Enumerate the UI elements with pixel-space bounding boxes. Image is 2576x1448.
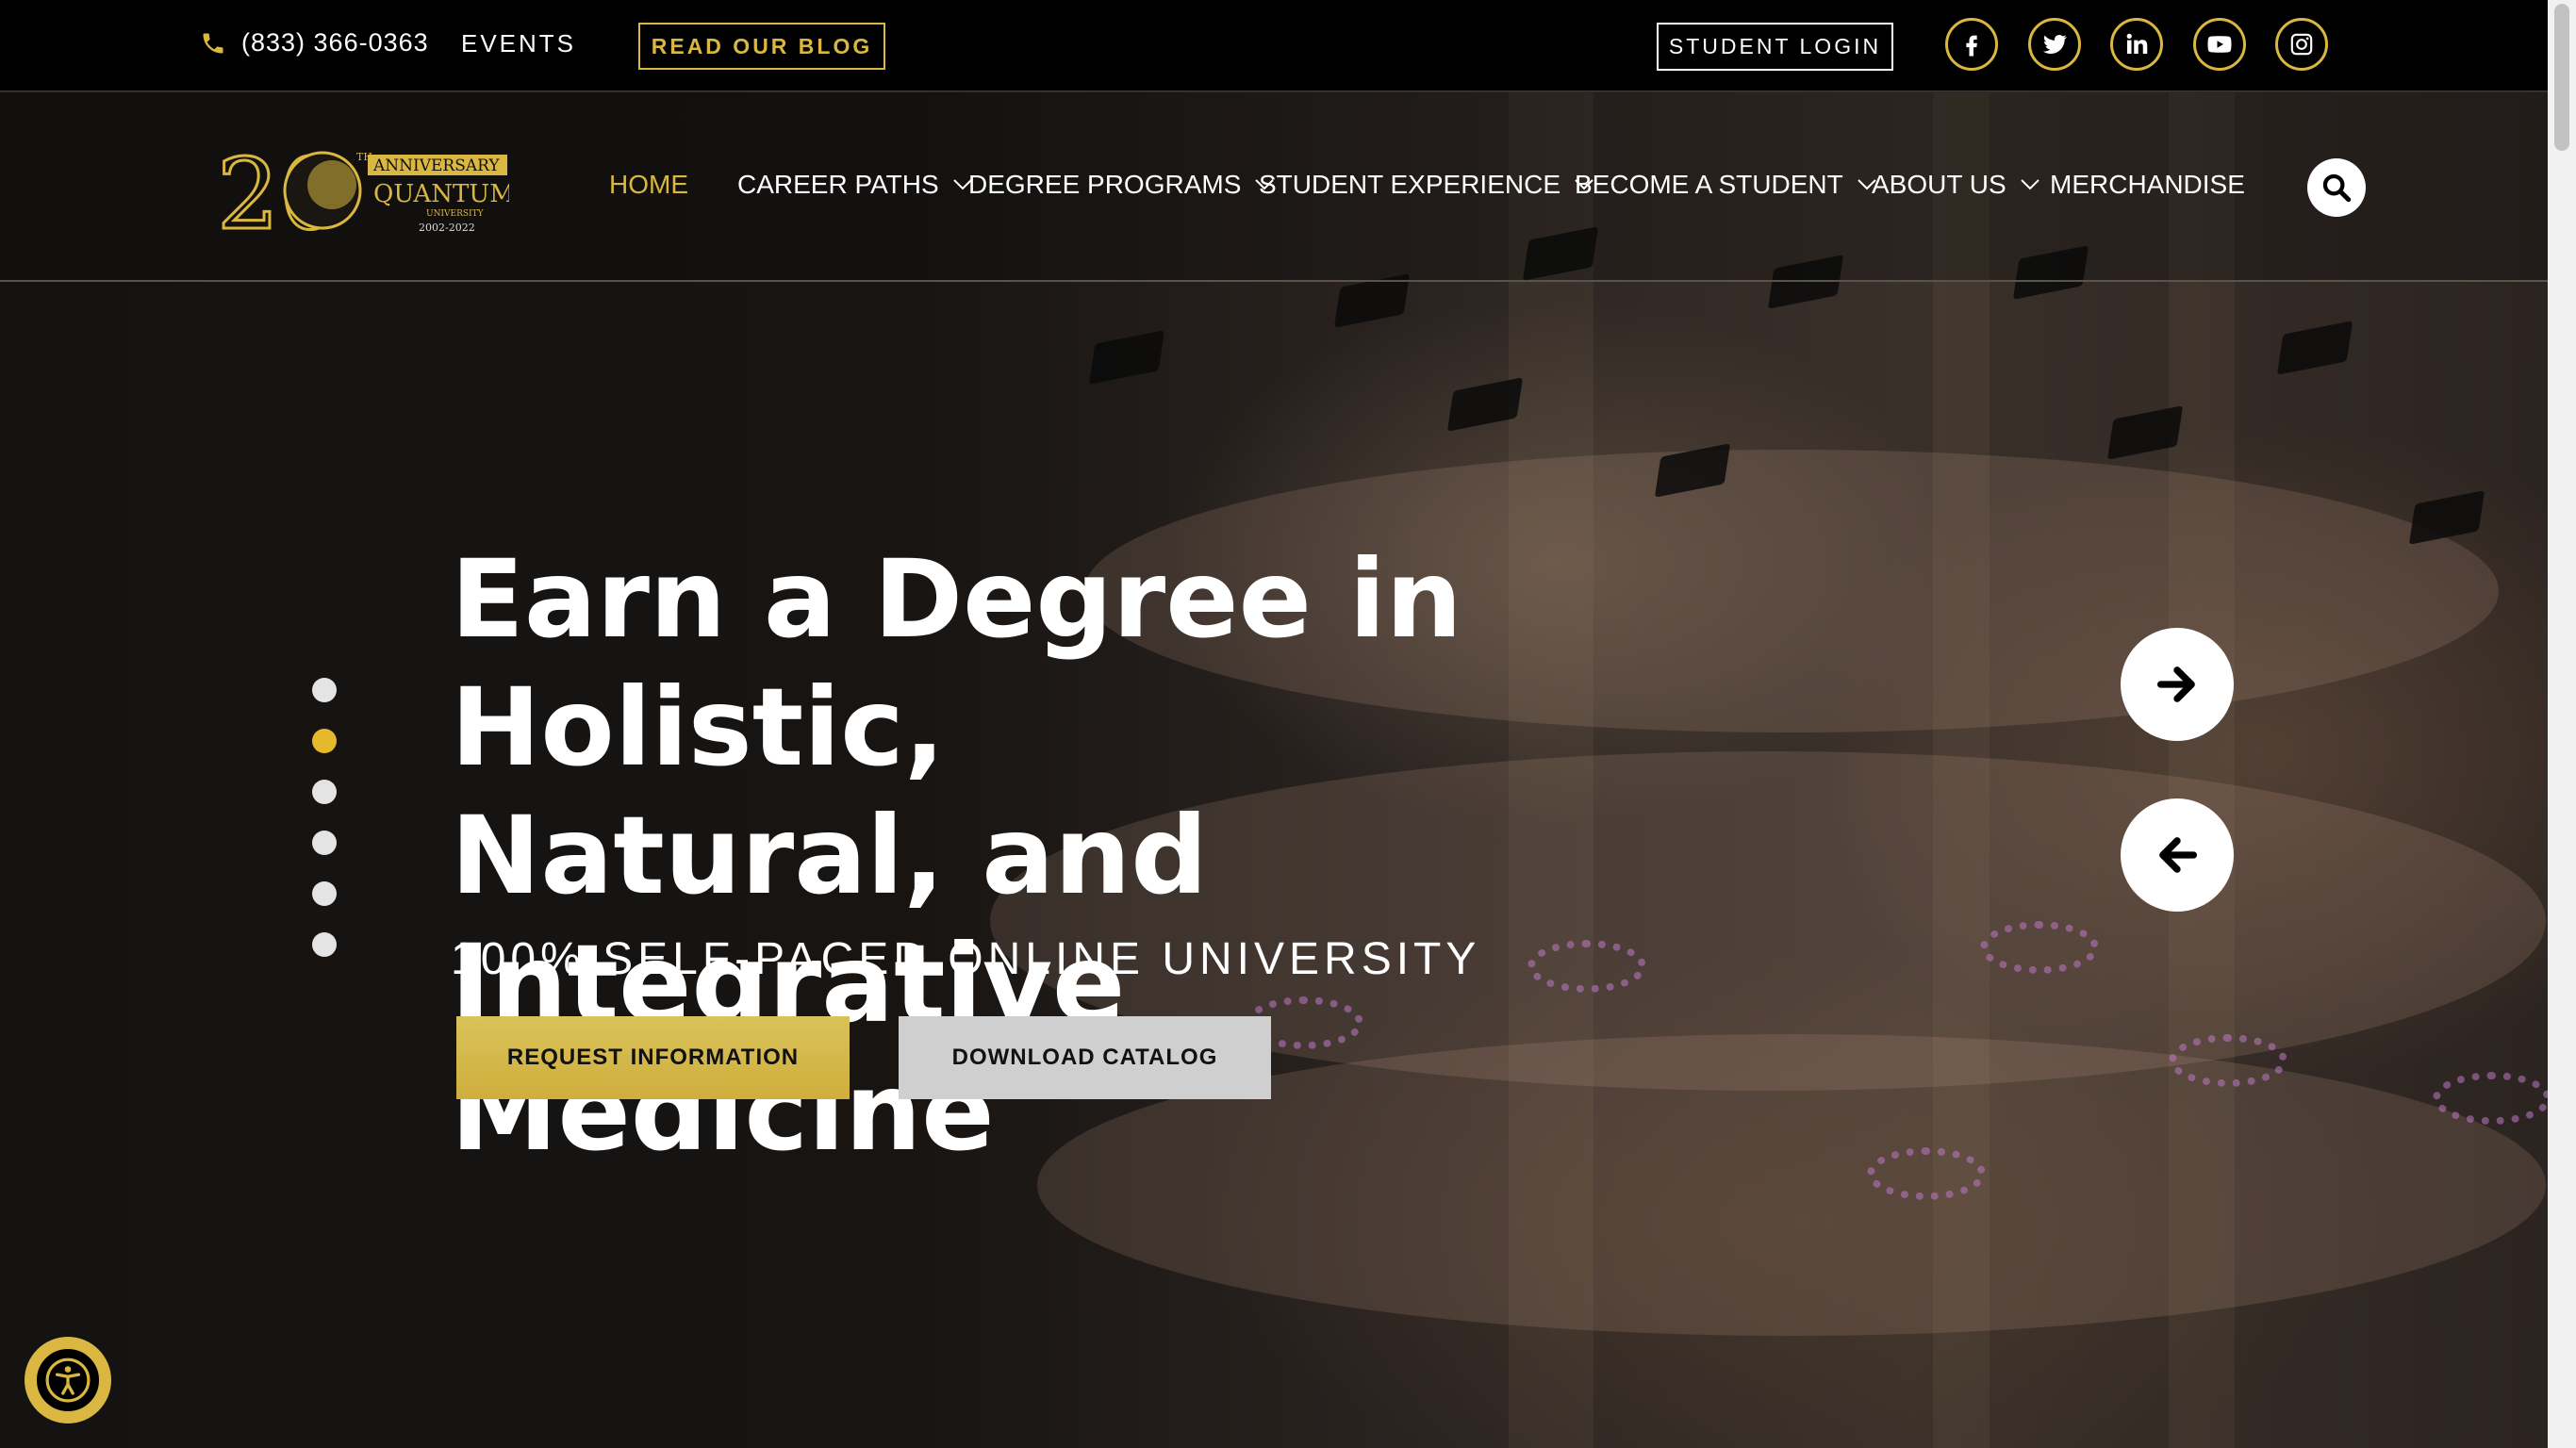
slide-dot-4[interactable] <box>312 831 337 855</box>
nav-merchandise-label: MERCHANDISE <box>2050 170 2245 199</box>
previous-slide-button[interactable] <box>2121 798 2234 912</box>
slide-dot-5[interactable] <box>312 881 337 906</box>
accessibility-icon <box>45 1358 91 1403</box>
download-catalog-button[interactable]: DOWNLOAD CATALOG <box>899 1016 1271 1099</box>
page-scrollbar[interactable] <box>2548 0 2576 1448</box>
slide-dot-1[interactable] <box>312 678 337 702</box>
phone-link[interactable]: (833) 366-0363 <box>200 28 429 58</box>
facebook-icon[interactable] <box>1945 18 1998 71</box>
nav-career-paths-label: CAREER PATHS <box>737 170 939 199</box>
search-button[interactable] <box>2307 158 2366 217</box>
arrow-right-icon <box>2156 666 2195 702</box>
quantum-university-logo[interactable]: 20 TH ANNIVERSARY QUANTUM UNIVERSITY 200… <box>217 141 509 236</box>
logo-name: QUANTUM <box>373 180 509 208</box>
phone-number: (833) 366-0363 <box>241 28 429 57</box>
slide-dot-6[interactable] <box>312 932 337 957</box>
youtube-icon[interactable] <box>2193 18 2246 71</box>
logo-sub: UNIVERSITY <box>426 209 485 219</box>
nav-become-a-student[interactable]: BECOME A STUDENT <box>1575 170 1877 200</box>
scrollbar-thumb[interactable] <box>2554 4 2569 151</box>
events-link[interactable]: EVENTS <box>461 29 576 58</box>
slide-dot-3[interactable] <box>312 780 337 804</box>
nav-degree-programs[interactable]: DEGREE PROGRAMS <box>968 170 1275 200</box>
hero-headline-line2: Natural, and Integrative <box>451 793 1208 1046</box>
nav-home[interactable]: HOME <box>609 170 688 200</box>
logo-anniversary: ANNIVERSARY <box>372 156 500 175</box>
twitter-icon[interactable] <box>2028 18 2081 71</box>
read-our-blog-button[interactable]: READ OUR BLOG <box>638 23 885 70</box>
nav-home-label: HOME <box>609 170 688 199</box>
request-information-button[interactable]: REQUEST INFORMATION <box>456 1016 850 1099</box>
hero-headline-line1: Earn a Degree in Holistic, <box>451 536 1462 790</box>
nav-about-us-label: ABOUT US <box>1872 170 2006 199</box>
student-login-button[interactable]: STUDENT LOGIN <box>1657 23 1893 71</box>
phone-icon <box>203 33 223 53</box>
logo-years: 2002-2022 <box>419 222 475 234</box>
nav-degree-programs-label: DEGREE PROGRAMS <box>968 170 1242 199</box>
nav-student-experience[interactable]: STUDENT EXPERIENCE <box>1259 170 1594 200</box>
accessibility-button[interactable] <box>25 1337 111 1423</box>
instagram-icon[interactable] <box>2275 18 2328 71</box>
hero-subheadline: 100% SELF-PACED ONLINE UNIVERSITY <box>451 934 1481 984</box>
nav-student-experience-label: STUDENT EXPERIENCE <box>1259 170 1560 199</box>
arrow-left-icon <box>2159 837 2198 873</box>
next-slide-button[interactable] <box>2121 628 2234 741</box>
nav-merchandise[interactable]: MERCHANDISE <box>2050 170 2245 200</box>
linkedin-icon[interactable] <box>2110 18 2163 71</box>
nav-career-paths[interactable]: CAREER PATHS <box>737 170 973 200</box>
slide-dot-2[interactable] <box>312 729 337 753</box>
chevron-down-icon <box>2020 179 2039 190</box>
search-icon <box>2322 173 2352 203</box>
nav-become-a-student-label: BECOME A STUDENT <box>1575 170 1843 199</box>
top-bar: (833) 366-0363 EVENTS READ OUR BLOG STUD… <box>0 0 2548 92</box>
nav-about-us[interactable]: ABOUT US <box>1872 170 2040 200</box>
